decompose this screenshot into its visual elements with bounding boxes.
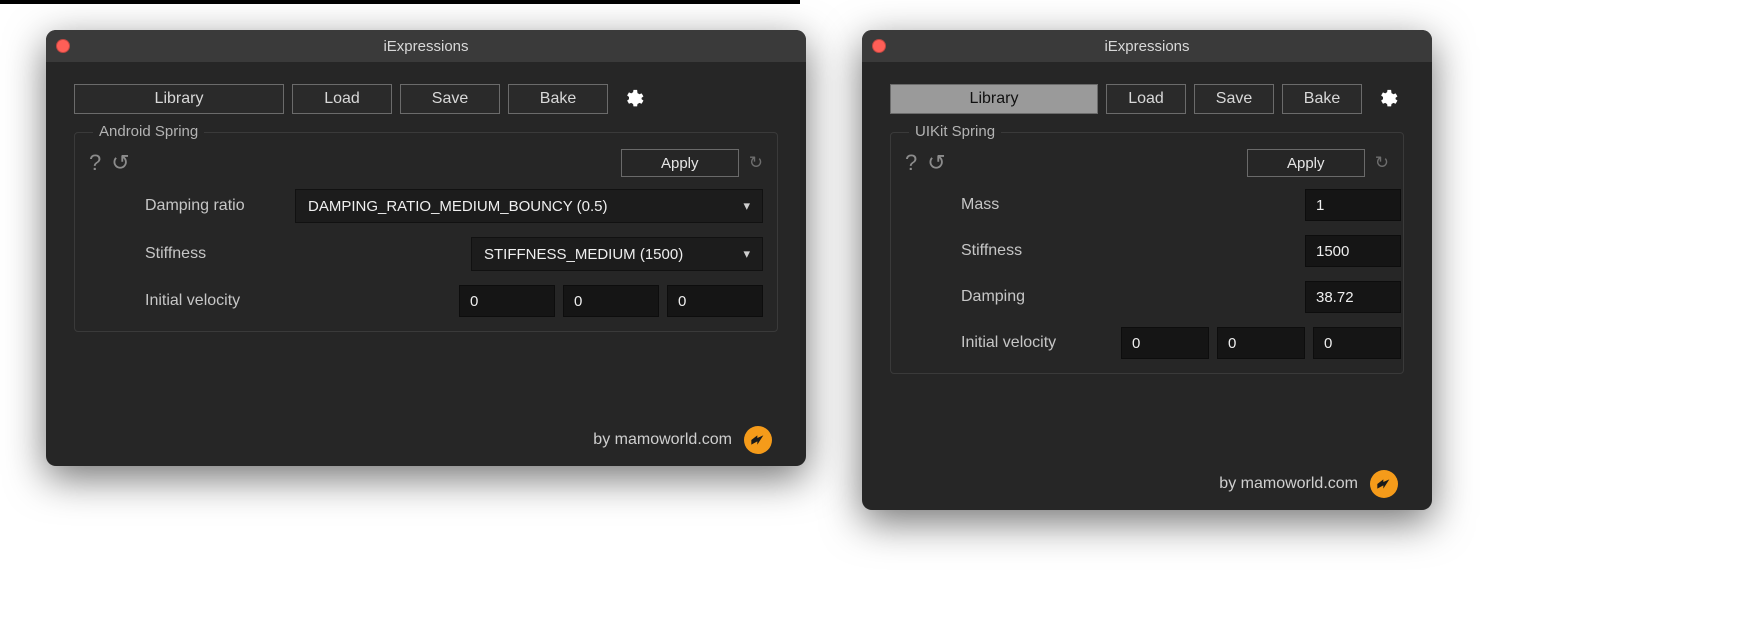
panel-uikit-spring: iExpressions Library Load Save Bake UIKi… [862, 30, 1432, 510]
panel-android-spring: iExpressions Library Load Save Bake Andr… [46, 30, 806, 466]
damping-ratio-dropdown[interactable]: DAMPING_RATIO_MEDIUM_BOUNCY (0.5) ▾ [295, 189, 763, 223]
save-button[interactable]: Save [1194, 84, 1274, 114]
footer-text[interactable]: by mamoworld.com [1219, 475, 1358, 493]
reset-icon[interactable]: ↺ [111, 150, 129, 176]
footer: by mamoworld.com [593, 426, 772, 454]
damping-label: Damping [961, 288, 1111, 306]
initial-velocity-y-input[interactable] [563, 285, 659, 317]
initial-velocity-z-input[interactable] [667, 285, 763, 317]
initial-velocity-x-input[interactable] [459, 285, 555, 317]
reapply-icon[interactable]: ↻ [1375, 153, 1389, 173]
initial-velocity-label: Initial velocity [961, 334, 1111, 352]
group-action-row: ? ↺ Apply ↻ [905, 143, 1389, 189]
decorative-top-rule [0, 0, 800, 8]
help-icon[interactable]: ? [905, 150, 917, 176]
expression-group: UIKit Spring ? ↺ Apply ↻ Mass Stiffness … [890, 132, 1404, 374]
group-title: UIKit Spring [909, 123, 1001, 140]
initial-velocity-z-input[interactable] [1313, 327, 1401, 359]
apply-button[interactable]: Apply [621, 149, 739, 177]
initial-velocity-label: Initial velocity [145, 292, 285, 310]
mass-input[interactable] [1305, 189, 1401, 221]
stiffness-dropdown[interactable]: STIFFNESS_MEDIUM (1500) ▾ [471, 237, 763, 271]
toolbar: Library Load Save Bake [46, 62, 806, 124]
damping-input[interactable] [1305, 281, 1401, 313]
chevron-down-icon: ▾ [743, 246, 750, 262]
expression-group: Android Spring ? ↺ Apply ↻ Damping ratio… [74, 132, 778, 332]
library-button[interactable]: Library [74, 84, 284, 114]
stiffness-label: Stiffness [145, 245, 285, 263]
mamoworld-logo-icon[interactable] [744, 426, 772, 454]
group-title: Android Spring [93, 123, 204, 140]
window-title: iExpressions [862, 38, 1432, 55]
mass-label: Mass [961, 196, 1111, 214]
damping-ratio-value: DAMPING_RATIO_MEDIUM_BOUNCY (0.5) [308, 198, 608, 215]
settings-gear-icon[interactable] [1374, 86, 1400, 112]
reapply-icon[interactable]: ↻ [749, 153, 763, 173]
toolbar: Library Load Save Bake [862, 62, 1432, 124]
bake-button[interactable]: Bake [508, 84, 608, 114]
load-button[interactable]: Load [292, 84, 392, 114]
group-action-row: ? ↺ Apply ↻ [89, 143, 763, 189]
footer: by mamoworld.com [1219, 470, 1398, 498]
reset-icon[interactable]: ↺ [927, 150, 945, 176]
initial-velocity-x-input[interactable] [1121, 327, 1209, 359]
titlebar[interactable]: iExpressions [862, 30, 1432, 62]
stiffness-label: Stiffness [961, 242, 1111, 260]
mamoworld-logo-icon[interactable] [1370, 470, 1398, 498]
apply-button[interactable]: Apply [1247, 149, 1365, 177]
titlebar[interactable]: iExpressions [46, 30, 806, 62]
stiffness-value: STIFFNESS_MEDIUM (1500) [484, 246, 683, 263]
initial-velocity-y-input[interactable] [1217, 327, 1305, 359]
stiffness-input[interactable] [1305, 235, 1401, 267]
load-button[interactable]: Load [1106, 84, 1186, 114]
parameters: Mass Stiffness Damping Initial velocity [905, 189, 1389, 359]
parameters: Damping ratio DAMPING_RATIO_MEDIUM_BOUNC… [89, 189, 763, 317]
library-button[interactable]: Library [890, 84, 1098, 114]
chevron-down-icon: ▾ [743, 198, 750, 214]
damping-ratio-label: Damping ratio [145, 197, 285, 215]
bake-button[interactable]: Bake [1282, 84, 1362, 114]
help-icon[interactable]: ? [89, 150, 101, 176]
footer-text[interactable]: by mamoworld.com [593, 431, 732, 449]
window-title: iExpressions [46, 38, 806, 55]
settings-gear-icon[interactable] [620, 86, 646, 112]
save-button[interactable]: Save [400, 84, 500, 114]
